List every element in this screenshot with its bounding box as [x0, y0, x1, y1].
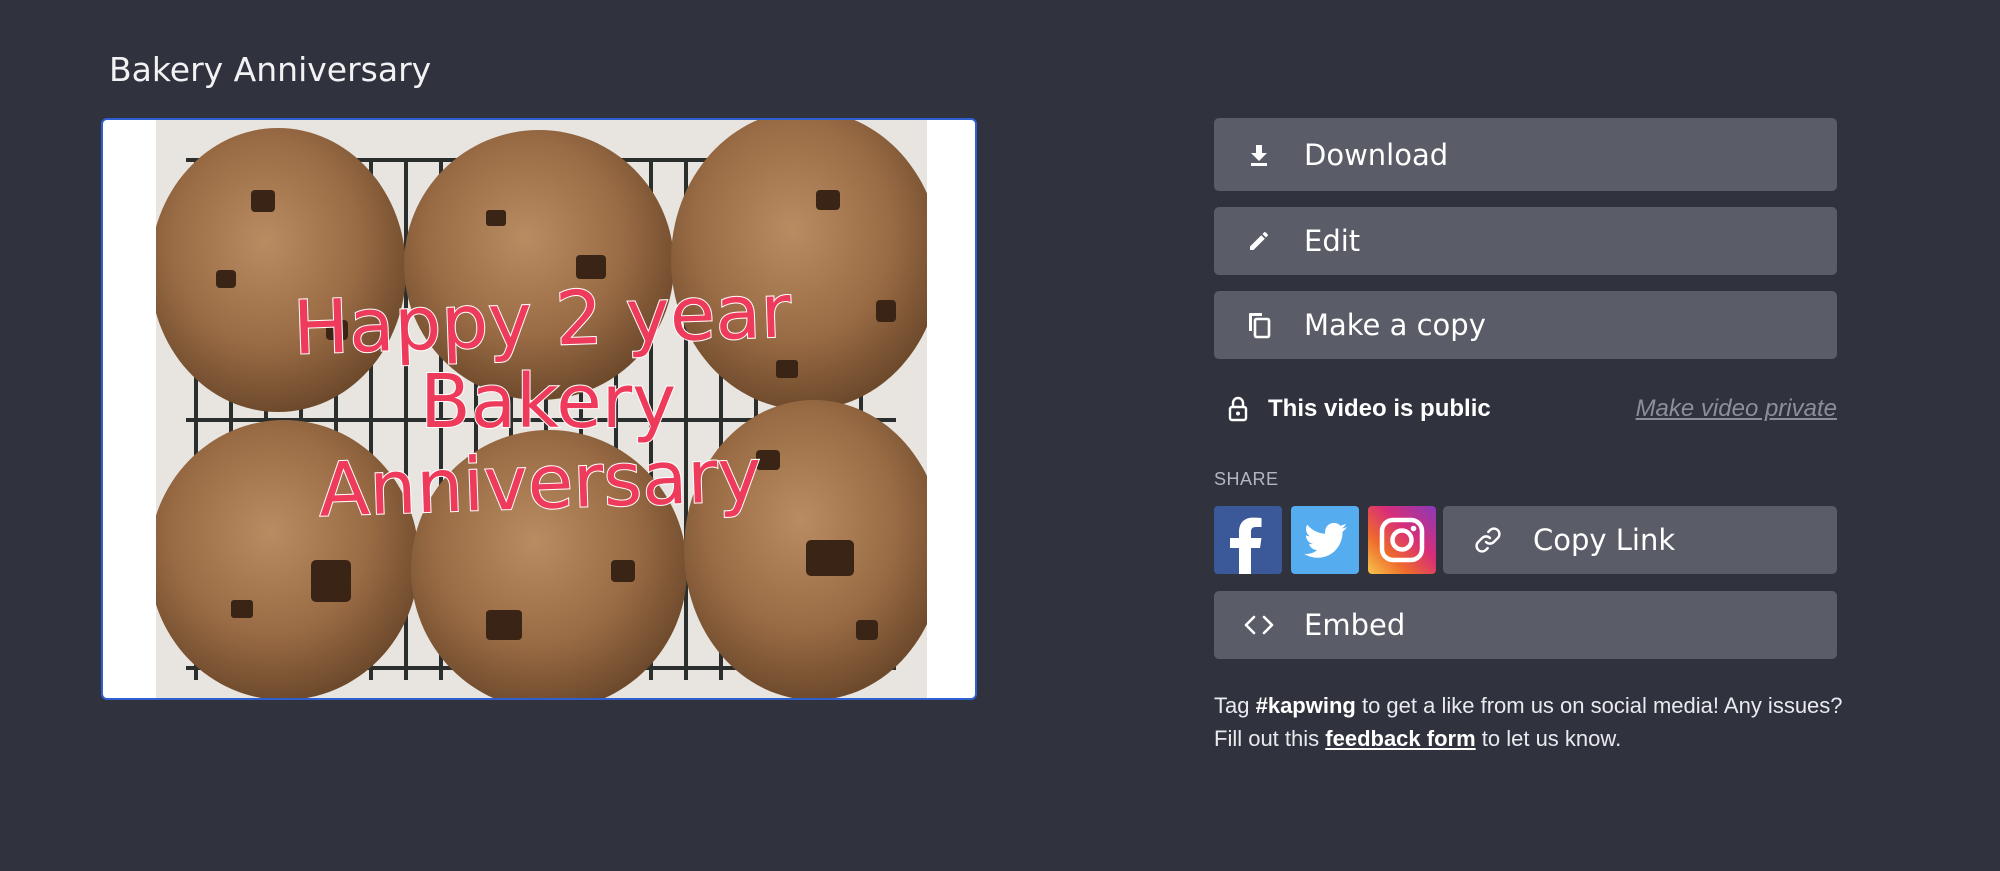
- embed-button[interactable]: Embed: [1214, 591, 1837, 659]
- edit-label: Edit: [1304, 224, 1361, 258]
- privacy-status: This video is public: [1268, 395, 1491, 422]
- video-preview[interactable]: Happy 2 year Bakery Anniversary: [101, 118, 977, 700]
- feedback-form-link[interactable]: feedback form: [1325, 726, 1475, 751]
- instagram-icon: [1379, 517, 1425, 563]
- overlay-line-2: Bakery: [420, 359, 676, 445]
- hashtag: #kapwing: [1255, 693, 1356, 718]
- share-heading: SHARE: [1214, 469, 1279, 489]
- download-button[interactable]: Download: [1214, 118, 1837, 191]
- download-icon: [1214, 143, 1304, 167]
- project-title: Bakery Anniversary: [109, 50, 432, 89]
- twitter-share-button[interactable]: [1291, 506, 1359, 574]
- edit-button[interactable]: Edit: [1214, 207, 1837, 275]
- copy-icon: [1214, 311, 1304, 339]
- privacy-row: This video is public Make video private: [1214, 388, 1837, 430]
- link-icon: [1443, 526, 1533, 554]
- footer-text-3: to let us know.: [1475, 726, 1622, 751]
- lock-icon: [1218, 396, 1258, 422]
- cookie-photo: Happy 2 year Bakery Anniversary: [156, 120, 927, 698]
- embed-label: Embed: [1304, 608, 1406, 642]
- overlay-line-3: Anniversary: [317, 432, 763, 533]
- instagram-share-button[interactable]: [1368, 506, 1436, 574]
- pencil-icon: [1214, 229, 1304, 253]
- make-copy-button[interactable]: Make a copy: [1214, 291, 1837, 359]
- copy-link-label: Copy Link: [1533, 523, 1676, 557]
- footer-text-1: Tag: [1214, 693, 1256, 718]
- twitter-icon: [1304, 522, 1347, 558]
- code-icon: [1214, 614, 1304, 636]
- make-private-link[interactable]: Make video private: [1636, 395, 1837, 423]
- copy-link-button[interactable]: Copy Link: [1443, 506, 1837, 574]
- overlay-line-1: Happy 2 year: [292, 268, 793, 371]
- download-label: Download: [1304, 137, 1449, 172]
- make-copy-label: Make a copy: [1304, 308, 1486, 342]
- facebook-share-button[interactable]: [1214, 506, 1282, 574]
- footer-note: Tag #kapwing to get a like from us on so…: [1214, 689, 1844, 755]
- facebook-icon: [1230, 517, 1262, 574]
